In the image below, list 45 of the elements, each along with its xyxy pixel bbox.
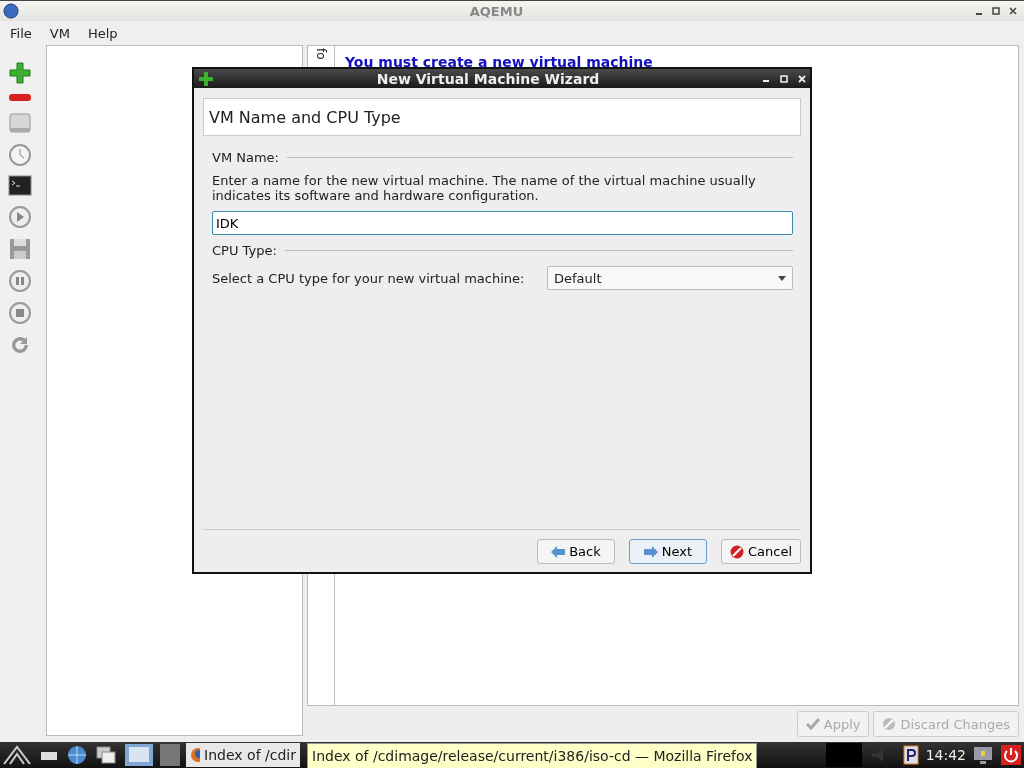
pause-icon[interactable] bbox=[8, 269, 32, 293]
cpu-type-label: Select a CPU type for your new virtual machine: bbox=[212, 270, 525, 286]
terminal-icon[interactable] bbox=[8, 175, 32, 197]
menu-item[interactable]: VM bbox=[49, 25, 70, 41]
browser-icon bbox=[190, 747, 201, 763]
tooltip: Index of /cdimage/release/current/i386/iso-cd — Mozilla Firefox bbox=[307, 743, 758, 768]
caret-icon bbox=[778, 275, 786, 281]
add-icon[interactable] bbox=[8, 61, 32, 85]
section-heading: VM Name: bbox=[212, 150, 279, 165]
clock-icon[interactable] bbox=[8, 143, 32, 167]
close-icon[interactable] bbox=[1008, 6, 1018, 16]
menu-item[interactable]: File bbox=[10, 25, 32, 41]
desktop-icon[interactable] bbox=[124, 743, 154, 767]
checkmark-icon bbox=[805, 718, 820, 730]
wizard-button[interactable]: Cancel bbox=[720, 539, 801, 564]
tray-panel bbox=[825, 743, 862, 767]
app-icon bbox=[3, 3, 19, 19]
prohibited-icon bbox=[729, 544, 744, 559]
remove-icon[interactable] bbox=[8, 93, 32, 103]
globe-icon[interactable] bbox=[66, 744, 88, 766]
cpu-type-dropdown[interactable]: Default bbox=[547, 266, 793, 290]
p-badge-icon[interactable] bbox=[901, 744, 920, 766]
info-message[interactable]: You must create a new virtual machine bbox=[345, 54, 653, 70]
maximize-icon[interactable] bbox=[991, 6, 1001, 16]
menu-item[interactable]: Help bbox=[87, 25, 118, 41]
dialog-title: New Virtual Machine Wizard bbox=[375, 70, 601, 87]
taskbar-task[interactable]: Index of /cdir bbox=[186, 743, 300, 767]
stop-icon[interactable] bbox=[8, 301, 32, 325]
clock[interactable]: 14:42 bbox=[925, 747, 966, 763]
play-icon[interactable] bbox=[8, 205, 32, 229]
right-arrow-icon bbox=[643, 545, 658, 558]
left-arrow-icon bbox=[551, 545, 566, 558]
vm-name-field[interactable]: IDK bbox=[212, 211, 793, 235]
prohibited-icon bbox=[882, 717, 897, 731]
start-menu-icon[interactable] bbox=[2, 744, 32, 766]
wizard-button[interactable]: Back bbox=[536, 539, 615, 564]
page-title: VM Name and CPU Type bbox=[203, 98, 801, 136]
wizard-button[interactable]: Next bbox=[628, 539, 707, 564]
windows-icon[interactable] bbox=[94, 744, 118, 766]
monitor-lock-icon[interactable] bbox=[972, 744, 994, 766]
add-icon bbox=[198, 70, 214, 87]
power-icon[interactable] bbox=[1000, 744, 1022, 766]
section-heading: CPU Type: bbox=[212, 243, 277, 258]
window-title: AQEMU bbox=[468, 3, 525, 19]
vm-name-hint: Enter a name for the new virtual machine. The name of the virtual machine usually indicates its software and hardware configuration. bbox=[212, 173, 757, 203]
